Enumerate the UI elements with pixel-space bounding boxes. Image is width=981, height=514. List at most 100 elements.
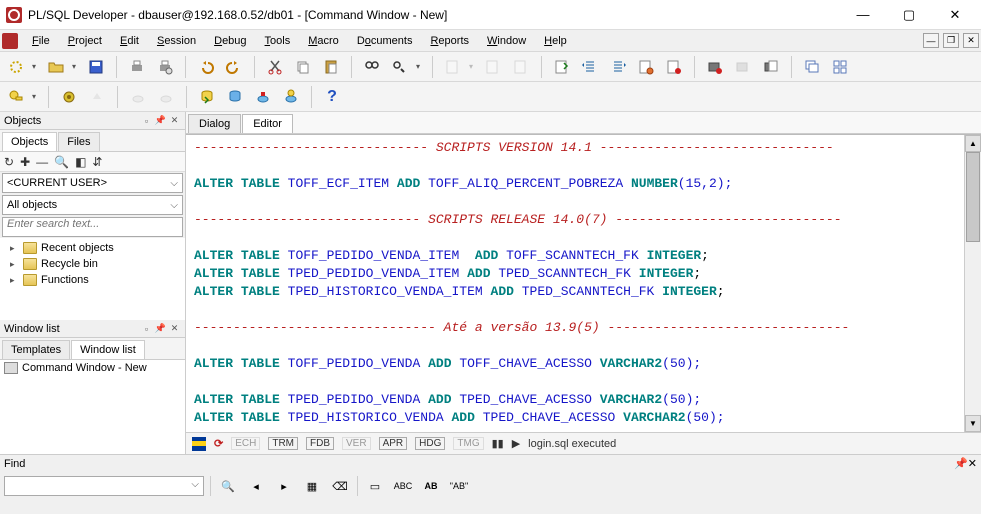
find-button[interactable] [360, 55, 384, 79]
mdi-close-button[interactable]: ✕ [963, 33, 979, 48]
panel-close-icon[interactable]: ✕ [168, 322, 181, 335]
find-highlight-icon[interactable]: ▦ [301, 476, 323, 496]
redo-button[interactable] [222, 55, 246, 79]
minimize-button[interactable]: — [841, 1, 885, 29]
tree-node[interactable]: ▸Recycle bin [0, 256, 185, 272]
add-icon[interactable]: ✚ [20, 155, 30, 169]
menu-tools[interactable]: Tools [257, 33, 299, 49]
menu-project[interactable]: Project [60, 33, 110, 49]
tile-windows-button[interactable] [828, 55, 852, 79]
macro-library-button[interactable] [759, 55, 783, 79]
find-panel-header: Find 📌 ✕ [0, 454, 981, 472]
filter-combo[interactable]: All objects [2, 195, 183, 215]
mdi-minimize-button[interactable]: — [923, 33, 939, 48]
search-icon[interactable]: 🔍 [54, 155, 69, 169]
find-prev-icon[interactable]: ◂ [245, 476, 267, 496]
panel-pin-icon[interactable]: 📌 [154, 322, 167, 335]
kill-button[interactable] [279, 85, 303, 109]
print-button[interactable] [125, 55, 149, 79]
refresh-icon[interactable]: ↻ [4, 155, 14, 169]
find-regex-icon[interactable]: "AB" [448, 476, 470, 496]
tree-node[interactable]: ▸Functions [0, 272, 185, 288]
indent-left-button[interactable] [578, 55, 602, 79]
menu-help[interactable]: Help [536, 33, 575, 49]
save-button[interactable] [84, 55, 108, 79]
sql-button[interactable] [223, 85, 247, 109]
vertical-scrollbar[interactable]: ▲ ▼ [964, 135, 981, 432]
panel-pin-icon[interactable]: 📌 [954, 457, 968, 470]
menu-file[interactable]: File [24, 33, 58, 49]
objects-tab[interactable]: Objects [2, 132, 57, 151]
left-panel: Objects ▫ 📌 ✕ Objects Files ↻ ✚ — 🔍 ◧ ⇵ … [0, 112, 186, 454]
mdi-restore-button[interactable]: ❐ [943, 33, 959, 48]
scroll-thumb[interactable] [966, 152, 980, 242]
cut-button[interactable] [263, 55, 287, 79]
cascade-windows-button[interactable] [800, 55, 824, 79]
break-button[interactable] [251, 85, 275, 109]
play-macro-button[interactable] [731, 55, 755, 79]
help-button[interactable]: ? [320, 85, 344, 109]
explain-plan-button[interactable] [441, 55, 477, 79]
maximize-button[interactable]: ▢ [887, 1, 931, 29]
record-macro-button[interactable] [703, 55, 727, 79]
panel-dropdown-icon[interactable]: ▫ [140, 322, 153, 335]
new-button[interactable] [4, 55, 40, 79]
menu-debug[interactable]: Debug [206, 33, 254, 49]
editor-tab[interactable]: Editor [242, 114, 293, 133]
compile-debug-button[interactable] [85, 85, 109, 109]
sort-icon[interactable]: ⇵ [92, 155, 102, 169]
menu-session[interactable]: Session [149, 33, 204, 49]
user-combo[interactable]: <CURRENT USER> [2, 173, 183, 193]
menu-documents[interactable]: Documents [349, 33, 421, 49]
find-word-icon[interactable]: AB [420, 476, 442, 496]
find-options-icon[interactable]: ▭ [364, 476, 386, 496]
dialog-tab[interactable]: Dialog [188, 114, 241, 133]
compile-button[interactable] [57, 85, 81, 109]
close-button[interactable]: ✕ [933, 1, 977, 29]
scroll-down-icon[interactable]: ▼ [965, 415, 981, 432]
templates-tab[interactable]: Templates [2, 340, 70, 359]
menu-edit[interactable]: Edit [112, 33, 147, 49]
filter-icon[interactable]: ◧ [75, 155, 86, 169]
find-case-icon[interactable]: ABC [392, 476, 414, 496]
menu-macro[interactable]: Macro [300, 33, 347, 49]
objects-tree[interactable]: ▸Recent objects ▸Recycle bin ▸Functions [0, 238, 185, 320]
execute-button[interactable] [550, 55, 574, 79]
undo-button[interactable] [194, 55, 218, 79]
windowlist-tab[interactable]: Window list [71, 340, 145, 359]
search-input[interactable] [2, 217, 183, 237]
find-next-icon[interactable]: ▸ [273, 476, 295, 496]
files-tab[interactable]: Files [58, 132, 99, 151]
find-next-button[interactable] [388, 55, 424, 79]
print-setup-button[interactable] [153, 55, 177, 79]
paste-button[interactable] [319, 55, 343, 79]
pause-icon[interactable]: ▮▮ [492, 437, 504, 450]
windowlist-item[interactable]: Command Window - New [0, 360, 185, 376]
logon-button[interactable] [4, 85, 40, 109]
panel-close-icon[interactable]: ✕ [968, 457, 977, 470]
copy-button[interactable] [291, 55, 315, 79]
sql-editor[interactable]: ------------------------------ SCRIPTS V… [186, 135, 964, 432]
rollback-button[interactable] [154, 85, 178, 109]
query-builder-button[interactable] [481, 55, 505, 79]
execute-script-button[interactable] [195, 85, 219, 109]
find-clear-icon[interactable]: ⌫ [329, 476, 351, 496]
remove-icon[interactable]: — [36, 155, 48, 169]
stop-button[interactable] [662, 55, 686, 79]
play-icon[interactable]: ▶ [512, 437, 520, 450]
indent-right-button[interactable] [606, 55, 630, 79]
panel-close-icon[interactable]: ✕ [168, 114, 181, 127]
menu-reports[interactable]: Reports [422, 33, 477, 49]
beautifier-button[interactable] [509, 55, 533, 79]
find-combo[interactable] [4, 476, 204, 496]
refresh-icon[interactable]: ⟳ [214, 437, 223, 450]
find-binoculars-icon[interactable]: 🔍 [217, 476, 239, 496]
menu-window[interactable]: Window [479, 33, 534, 49]
text-importer-button[interactable] [634, 55, 658, 79]
panel-pin-icon[interactable]: 📌 [154, 114, 167, 127]
open-button[interactable] [44, 55, 80, 79]
panel-dropdown-icon[interactable]: ▫ [140, 114, 153, 127]
tree-node[interactable]: ▸Recent objects [0, 240, 185, 256]
scroll-up-icon[interactable]: ▲ [965, 135, 981, 152]
commit-button[interactable] [126, 85, 150, 109]
